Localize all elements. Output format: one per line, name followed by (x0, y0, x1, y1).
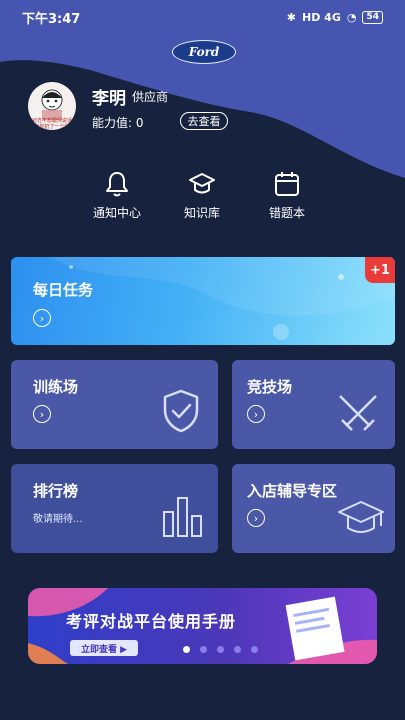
graduation-cap-icon (338, 501, 384, 533)
crossed-swords-icon (339, 395, 377, 431)
store-guidance-title: 入店辅导专区 (247, 482, 338, 500)
training-title: 训练场 (33, 378, 79, 396)
ability-value: 能力值: 0 (92, 116, 144, 130)
status-time: 下午3:47 (22, 11, 81, 27)
calendar-icon (275, 172, 299, 196)
carousel-dot[interactable] (200, 646, 207, 653)
carousel-dots (183, 646, 258, 653)
username: 李明 (92, 89, 126, 109)
daily-task-badge: +1 (365, 257, 395, 283)
bell-icon (106, 172, 128, 197)
chevron-right-icon: › (247, 405, 265, 423)
notification-center-label: 通知中心 (92, 206, 141, 220)
banner-view-button[interactable]: 立即查看 ▶ (70, 640, 138, 656)
wifi-icon: ◔ (346, 10, 357, 24)
knowledge-base-button[interactable]: 知识库 (162, 170, 242, 221)
view-ability-button[interactable]: 去查看 (180, 112, 228, 130)
store-guidance-card[interactable]: 入店辅导专区 › (232, 464, 395, 553)
avatar[interactable]: 对方不想跟你说话 向你扔了一个饼 (28, 82, 76, 130)
chevron-right-icon: › (247, 509, 265, 527)
ranking-card[interactable]: 排行榜 敬请期待... (11, 464, 218, 553)
carousel-dot[interactable] (251, 646, 258, 653)
daily-task-title: 每日任务 (33, 281, 94, 299)
avatar-caption-1: 对方不想跟你说话 (32, 117, 72, 124)
status-icons: ✱ HD 4G ◔ 54 (286, 10, 383, 24)
graduation-cap-icon (189, 173, 215, 194)
arena-card[interactable]: 竞技场 › (232, 360, 395, 449)
bar-chart-icon (163, 497, 202, 537)
ranking-subtitle: 敬请期待... (33, 514, 83, 525)
ford-logo: Ford (172, 40, 236, 64)
banner-title: 考评对战平台使用手册 (66, 612, 237, 631)
mistakes-book-label: 错题本 (268, 206, 305, 220)
notification-center-button[interactable]: 通知中心 (77, 170, 157, 221)
battery-icon: 54 (362, 10, 383, 24)
shield-check-icon (163, 389, 199, 433)
bluetooth-icon: ✱ (286, 10, 296, 24)
carousel-dot[interactable] (183, 646, 190, 653)
knowledge-base-label: 知识库 (183, 206, 220, 220)
chevron-right-icon: › (33, 309, 51, 327)
carousel-dot[interactable] (234, 646, 241, 653)
training-card[interactable]: 训练场 › (11, 360, 218, 449)
ranking-title: 排行榜 (33, 482, 79, 500)
chevron-right-icon: › (33, 405, 51, 423)
arena-title: 竞技场 (247, 378, 293, 396)
mistakes-book-button[interactable]: 错题本 (247, 170, 327, 221)
manual-banner[interactable]: 考评对战平台使用手册 立即查看 ▶ (28, 588, 377, 664)
status-bar: 下午3:47 ✱ HD 4G ◔ 54 (0, 0, 405, 34)
user-role: 供应商 (132, 90, 169, 104)
carousel-dot[interactable] (217, 646, 224, 653)
daily-task-decoration (51, 257, 395, 340)
network-label: HD 4G (302, 10, 341, 24)
daily-task-card[interactable]: 每日任务 › +1 (11, 257, 395, 345)
